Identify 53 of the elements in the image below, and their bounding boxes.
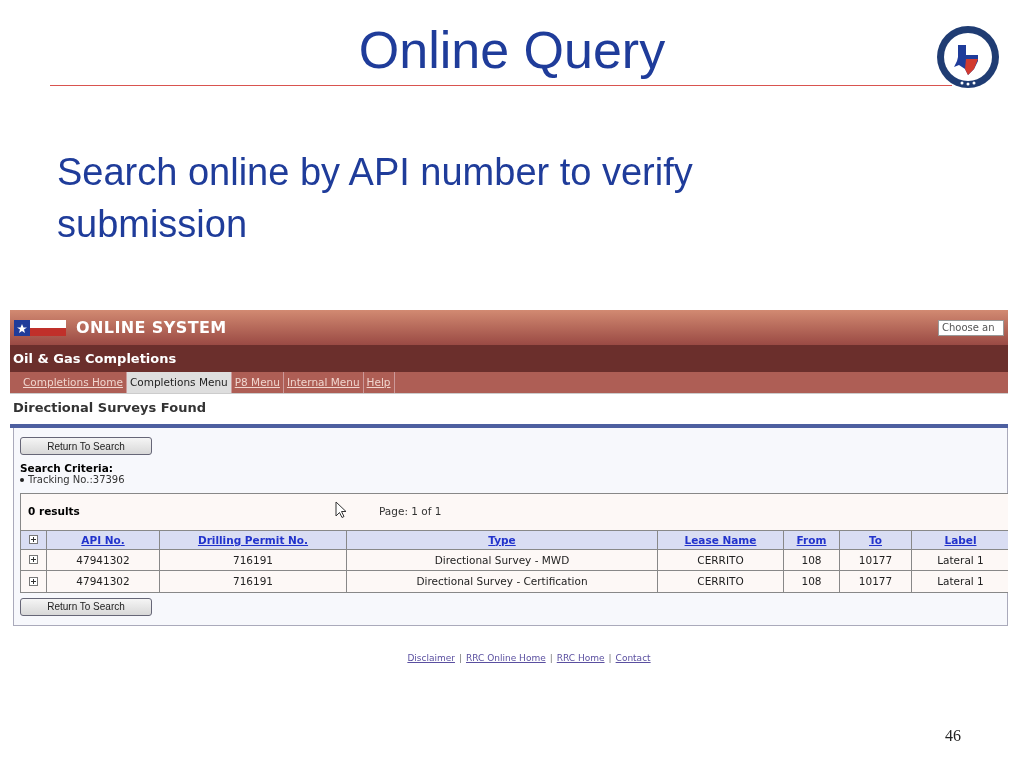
bullet-icon: [20, 477, 24, 482]
expand-icon[interactable]: [29, 535, 38, 544]
cursor-icon: [335, 500, 347, 519]
menu-tab[interactable]: Internal Menu: [283, 372, 364, 393]
table-cell: Directional Survey - MWD: [347, 549, 658, 570]
return-button[interactable]: Return To Search: [20, 597, 152, 616]
return-button[interactable]: Return To Search: [20, 437, 152, 455]
footer-link[interactable]: RRC Home: [556, 651, 605, 665]
table-cell: 10177: [840, 549, 912, 570]
link-separator: |: [458, 651, 462, 665]
footer-link[interactable]: Contact: [615, 651, 651, 665]
results-count: 0 results: [28, 503, 80, 519]
column-header[interactable]: Lease Name: [658, 530, 784, 549]
slide-title: Online Query: [358, 22, 666, 78]
table-cell: CERRITO: [658, 570, 784, 592]
column-header[interactable]: To: [840, 530, 912, 549]
table-cell: CERRITO: [658, 549, 784, 570]
menu-tab[interactable]: Help: [363, 372, 395, 393]
column-header[interactable]: API No.: [47, 530, 160, 549]
column-header[interactable]: Label: [912, 530, 1008, 549]
seal-icon: [936, 25, 1000, 89]
table-cell: 108: [784, 570, 840, 592]
choose-select[interactable]: Choose an: [938, 319, 1004, 336]
table-cell: 47941302: [47, 549, 160, 570]
page-info: Page: 1 of 1: [379, 503, 442, 519]
system-title: ONLINE SYSTEM: [76, 316, 227, 339]
table-cell: 108: [784, 549, 840, 570]
table-cell: 716191: [160, 570, 347, 592]
table-cell: 716191: [160, 549, 347, 570]
table-cell: Lateral 1: [912, 549, 1008, 570]
menu-tab[interactable]: P8 Menu: [231, 372, 284, 393]
table-cell: Directional Survey - Certification: [347, 570, 658, 592]
table-cell: Lateral 1: [912, 570, 1008, 592]
page-number: 46: [945, 726, 961, 746]
menu-tab[interactable]: Completions Menu: [126, 372, 232, 393]
page-heading: Directional Surveys Found: [13, 399, 207, 417]
table-cell: 47941302: [47, 570, 160, 592]
criteria-item: Tracking No.:37396: [28, 473, 125, 486]
logo-icon: [14, 317, 66, 338]
column-header[interactable]: Type: [347, 530, 658, 549]
link-separator: |: [549, 651, 553, 665]
menu-tab[interactable]: Completions Home: [20, 372, 127, 393]
column-header[interactable]: From: [784, 530, 840, 549]
footer-link[interactable]: RRC Online Home: [466, 651, 546, 665]
table-cell: 10177: [840, 570, 912, 592]
expand-icon[interactable]: [29, 555, 38, 564]
expand-icon[interactable]: [29, 576, 38, 586]
link-separator: |: [608, 651, 612, 665]
slide-subtitle: Search online by API number to verify submission: [57, 150, 694, 247]
column-header[interactable]: Drilling Permit No.: [160, 530, 347, 549]
footer-link[interactable]: Disclaimer: [407, 651, 455, 665]
section-title: Oil & Gas Completions: [13, 349, 177, 368]
criteria-label: Search Criteria:: [20, 461, 114, 474]
